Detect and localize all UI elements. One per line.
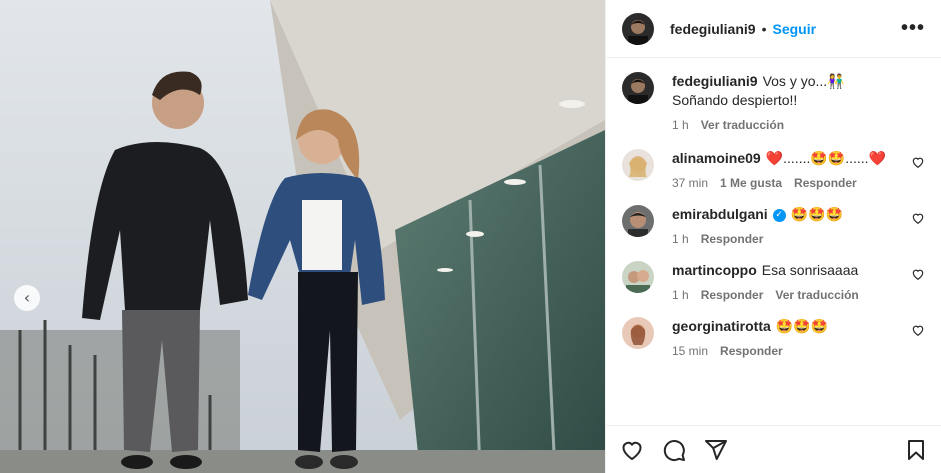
commenter-avatar[interactable] (622, 317, 654, 349)
caption-username[interactable]: fedegiuliani9 (672, 73, 758, 89)
share-icon[interactable] (702, 436, 730, 464)
comment-text: ❤️.......🤩🤩......❤️ (765, 150, 886, 166)
post-header: fedegiuliani9 • Seguir ••• (606, 0, 941, 58)
follow-button[interactable]: Seguir (772, 21, 816, 37)
carousel-previous-button[interactable]: ‹ (14, 285, 40, 311)
comment-username[interactable]: georginatirotta (672, 318, 771, 334)
comment-time: 15 min (672, 344, 709, 358)
reply-button[interactable]: Responder (794, 176, 857, 190)
comment-time: 37 min (672, 176, 709, 190)
comment-item: emirabdulgani ✓ 🤩🤩🤩 1 h Responder (622, 205, 925, 246)
reply-button[interactable]: Responder (701, 288, 764, 302)
caption-time: 1 h (672, 118, 689, 132)
heart-icon[interactable] (618, 436, 646, 464)
comment-text: 🤩🤩🤩 (790, 206, 843, 222)
caption-meta: 1 h Ver traducción (672, 118, 903, 132)
author-avatar[interactable] (622, 12, 654, 45)
comment-time: 1 h (672, 288, 689, 302)
post-actions-bar (606, 425, 941, 473)
bookmark-icon[interactable] (902, 436, 930, 464)
couple-walking-image (0, 0, 605, 473)
caption-translate-link[interactable]: Ver traducción (701, 118, 784, 132)
comment-username[interactable]: martincoppo (672, 262, 757, 278)
like-comment-heart-icon[interactable] (911, 323, 925, 337)
comment-username[interactable]: emirabdulgani (672, 206, 768, 222)
like-comment-heart-icon[interactable] (911, 211, 925, 225)
post-photo: ‹ (0, 0, 605, 473)
comment-item: alinamoine09 ❤️.......🤩🤩......❤️ 37 min 1… (622, 149, 925, 190)
comment-item: georginatirotta 🤩🤩🤩 15 min Responder (622, 317, 925, 358)
reply-button[interactable]: Responder (701, 232, 764, 246)
more-options-icon[interactable]: ••• (901, 17, 925, 40)
separator-dot: • (761, 20, 767, 37)
caption-avatar[interactable] (622, 72, 654, 104)
comment-item: martincoppo Esa sonrisaaaa 1 h Responder … (622, 261, 925, 302)
commenter-avatar[interactable] (622, 149, 654, 181)
author-username[interactable]: fedegiuliani9 (670, 21, 756, 37)
commenter-avatar[interactable] (622, 205, 654, 237)
comment-translate-link[interactable]: Ver traducción (775, 288, 858, 302)
like-comment-heart-icon[interactable] (911, 267, 925, 281)
reply-button[interactable]: Responder (720, 344, 783, 358)
comments-list: fedegiuliani9 Vos y yo...👫 Soñando despie… (606, 58, 941, 358)
caption: fedegiuliani9 Vos y yo...👫 Soñando despie… (622, 72, 925, 132)
comment-username[interactable]: alinamoine09 (672, 150, 761, 166)
comment-likes-link[interactable]: 1 Me gusta (720, 176, 782, 190)
comment-time: 1 h (672, 232, 689, 246)
like-comment-heart-icon[interactable] (911, 155, 925, 169)
chevron-left-icon: ‹ (23, 288, 31, 307)
caption-line-2: Soñando despierto!! (672, 92, 798, 108)
commenter-avatar[interactable] (622, 261, 654, 293)
caption-text: fedegiuliani9 Vos y yo...👫 Soñando despie… (672, 72, 903, 110)
comment-text: 🤩🤩🤩 (775, 318, 829, 334)
post-side-panel: fedegiuliani9 • Seguir ••• fedegiuliani9… (605, 0, 941, 473)
comment-text: Esa sonrisaaaa (761, 262, 859, 278)
comment-icon[interactable] (660, 436, 688, 464)
verified-badge-icon: ✓ (772, 208, 786, 222)
caption-line-1: Vos y yo...👫 (762, 73, 845, 89)
